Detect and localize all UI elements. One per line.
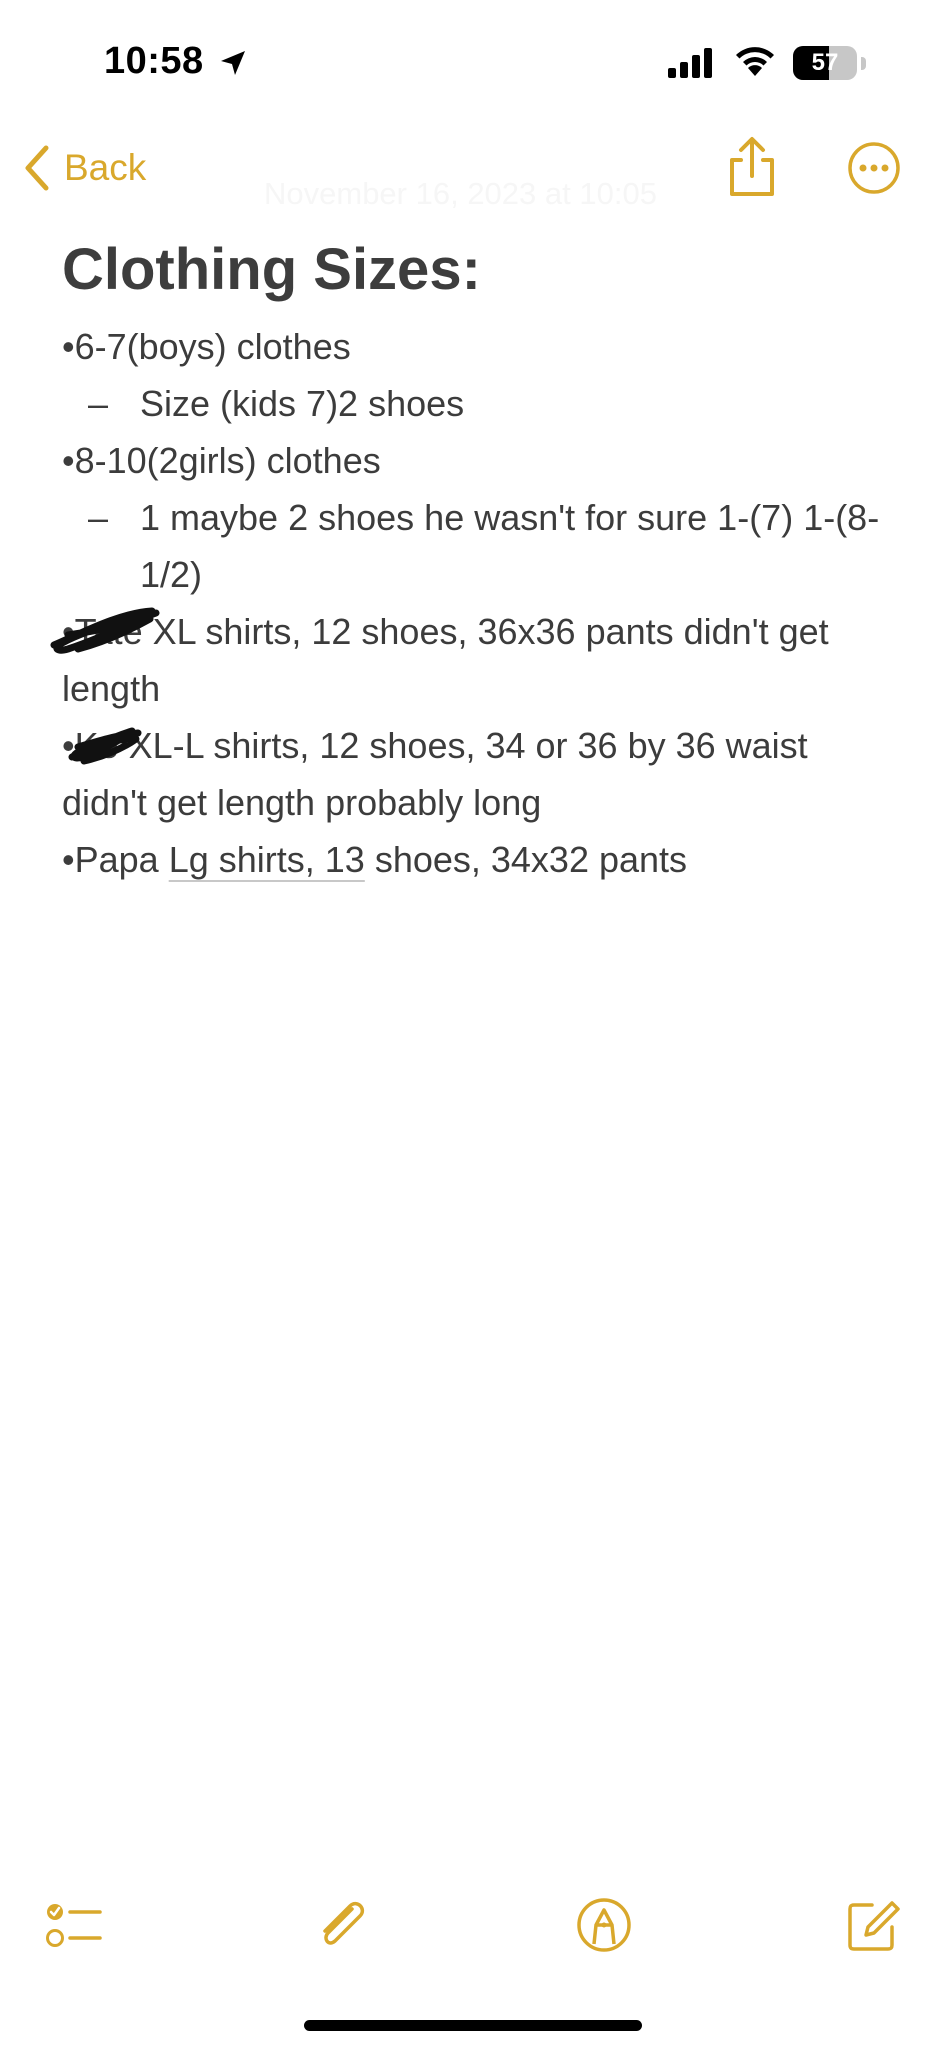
battery-icon: 57 xyxy=(793,46,857,80)
note-line-5-end: shoes, 34x32 pants xyxy=(364,839,688,880)
location-arrow-icon xyxy=(221,51,245,75)
home-indicator[interactable] xyxy=(304,2020,642,2031)
note-body[interactable]: Clothing Sizes: •6-7(boys) clothes – Siz… xyxy=(50,232,892,888)
detected-data-link[interactable]: Lg shirts, 13 xyxy=(169,839,365,880)
compose-icon[interactable] xyxy=(842,1895,902,1955)
wifi-icon xyxy=(736,47,774,76)
status-bar: 10:58 57 xyxy=(0,0,946,120)
note-line-3-text: •Tate XL shirts, 12 shoes, 36x36 pants d… xyxy=(62,611,829,709)
note-title: Clothing Sizes: xyxy=(62,237,481,302)
note-subline-2: – 1 maybe 2 shoes he wasn't for sure 1-(… xyxy=(62,489,892,603)
dash-marker: – xyxy=(88,383,109,424)
back-label: Back xyxy=(64,147,147,188)
back-button[interactable]: Back xyxy=(24,140,146,196)
chevron-left-icon xyxy=(25,145,49,191)
note-line-5: •Papa Lg shirts, 13 shoes, 34x32 pants xyxy=(62,831,892,888)
note-line-5-start: •Papa xyxy=(62,839,159,880)
note-subline-2-text: 1 maybe 2 shoes he wasn't for sure 1-(7)… xyxy=(140,497,880,595)
share-icon[interactable] xyxy=(724,136,780,200)
status-time: 10:58 xyxy=(104,40,204,82)
battery-cap xyxy=(861,57,866,70)
battery-percent: 57 xyxy=(811,49,839,76)
dash-marker: – xyxy=(88,497,109,538)
note-line-3: •Tate XL shirts, 12 shoes, 36x36 pants d… xyxy=(50,603,892,717)
note-line-4-text: •Ke XL-L shirts, 12 shoes, 34 or 36 by 3… xyxy=(62,725,808,823)
note-line-4: •Ke XL-L shirts, 12 shoes, 34 or 36 by 3… xyxy=(62,717,892,831)
checklist-icon[interactable] xyxy=(44,1895,104,1955)
note-subline-1: – Size (kids 7)2 shoes xyxy=(62,375,892,432)
note-line-2: •8-10(2girls) clothes xyxy=(62,440,381,481)
paperclip-icon[interactable] xyxy=(312,1895,372,1955)
cellular-signal-icon xyxy=(668,48,712,78)
more-icon[interactable] xyxy=(846,140,902,196)
markup-pen-icon[interactable] xyxy=(574,1895,634,1955)
bottom-toolbar xyxy=(0,1880,946,1970)
note-line-1: •6-7(boys) clothes xyxy=(62,326,351,367)
note-subline-1-text: Size (kids 7)2 shoes xyxy=(140,383,465,424)
faded-date: November 16, 2023 at 10:05 xyxy=(264,176,657,211)
